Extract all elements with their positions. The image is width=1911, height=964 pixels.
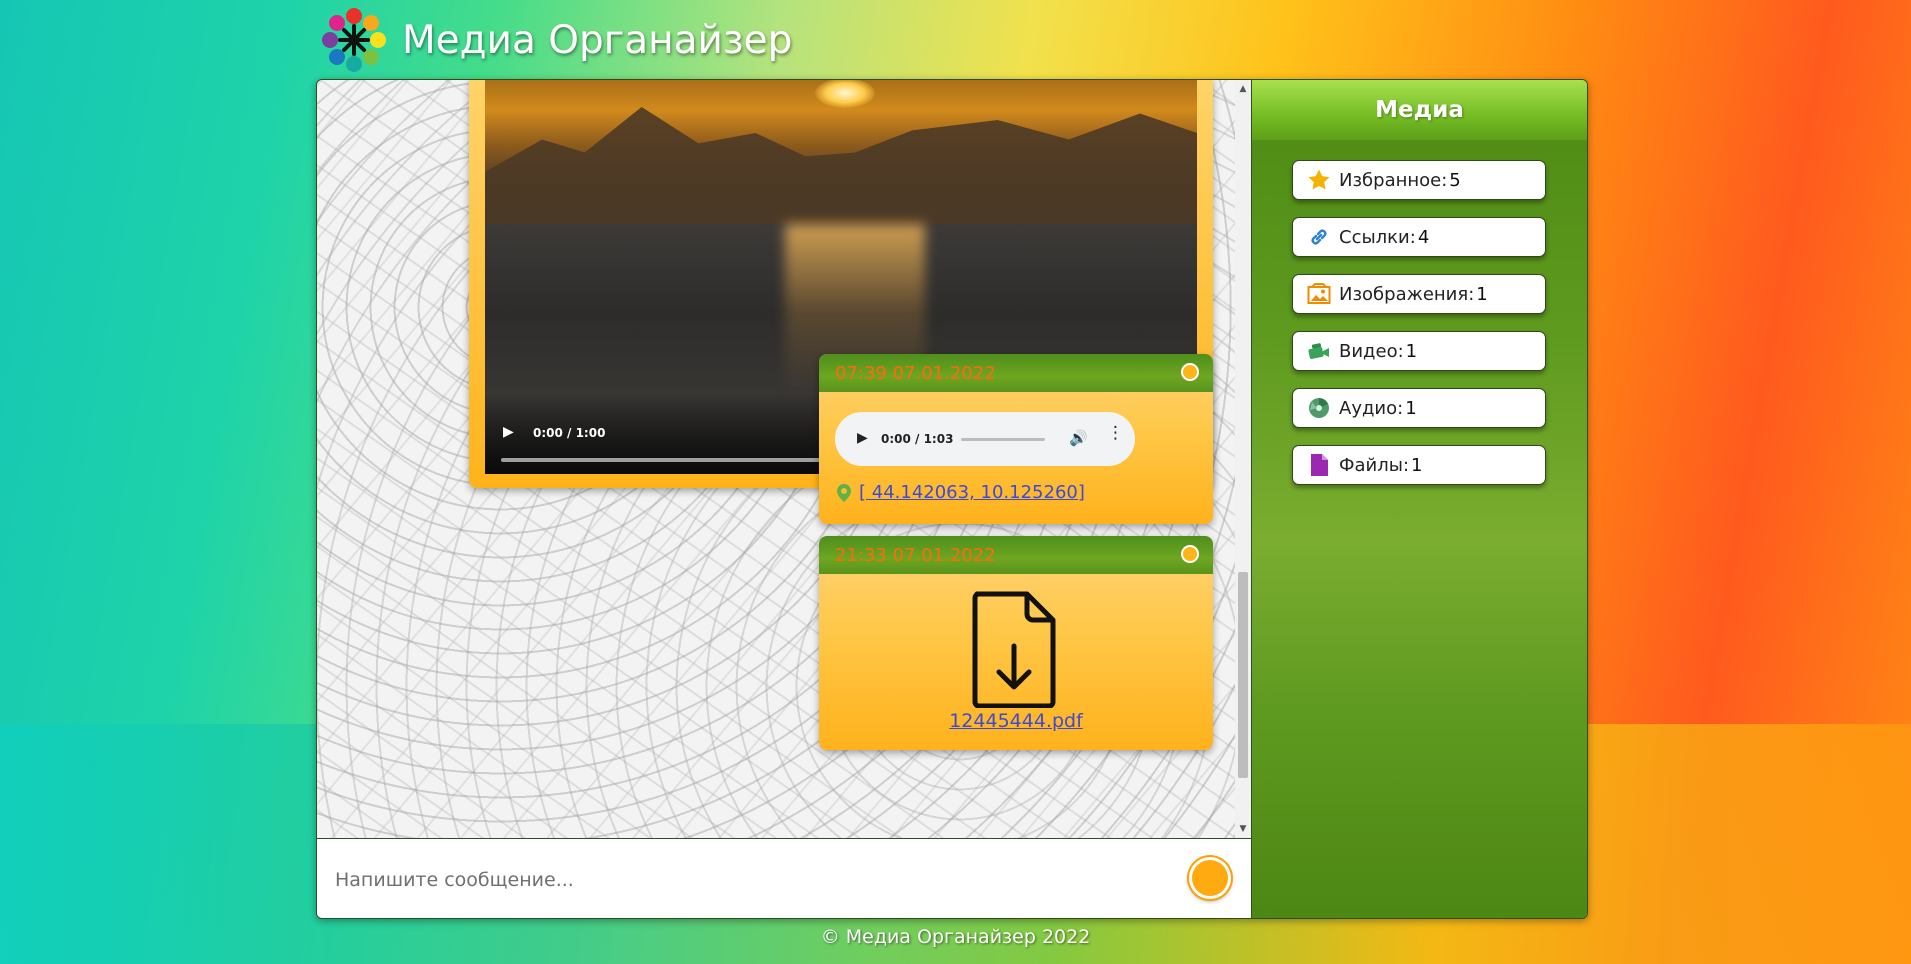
app-window: ▶ 0:00 / 1:00 🔊 ⛶ ⋮ 07:39 07.01.2022 ▶ — [316, 79, 1588, 919]
geolocation-link[interactable]: [ 44.142063, 10.125260] — [859, 482, 1085, 503]
scroll-down-icon[interactable]: ▼ — [1235, 822, 1251, 836]
sidebar-item-label: Изображения: — [1339, 283, 1475, 305]
message-timestamp: 07:39 07.01.2022 — [835, 363, 996, 384]
sidebar-item-label: Избранное: — [1339, 169, 1448, 191]
message-header: 07:39 07.01.2022 — [819, 354, 1213, 392]
video-icon — [1308, 343, 1329, 359]
sidebar-item-count: 1 — [1411, 454, 1423, 476]
message-timestamp: 21:33 07.01.2022 — [835, 545, 996, 566]
message-input[interactable] — [333, 861, 1157, 899]
link-icon — [1311, 229, 1327, 245]
message-header: 21:33 07.01.2022 — [819, 536, 1213, 574]
sidebar-item-label: Файлы: — [1339, 454, 1410, 476]
video-time: 0:00 / 1:00 — [533, 426, 606, 440]
sidebar-title: Медиа — [1252, 80, 1587, 140]
play-icon[interactable]: ▶ — [857, 430, 868, 446]
sidebar-item-count: 1 — [1405, 397, 1417, 419]
file-icon — [1311, 454, 1328, 476]
location-pin-icon — [837, 483, 851, 502]
video-frame-mountains — [485, 107, 1197, 224]
favorite-toggle-icon[interactable] — [1181, 363, 1199, 381]
sidebar-item-links[interactable]: Ссылки: 4 — [1292, 217, 1546, 257]
audio-progress-bar[interactable] — [961, 438, 1045, 441]
more-options-icon[interactable]: ⋮ — [1107, 425, 1124, 442]
sidebar-item-count: 1 — [1405, 340, 1418, 362]
file-body: 12445444.pdf — [819, 574, 1213, 750]
sidebar-item-label: Аудио: — [1339, 397, 1404, 419]
send-button[interactable] — [1189, 857, 1231, 899]
sidebar-item-count: 4 — [1417, 226, 1430, 248]
video-frame-sun — [815, 80, 875, 108]
sidebar-item-audio[interactable]: Аудио: 1 — [1292, 388, 1546, 428]
star-icon — [1308, 169, 1330, 190]
sidebar-item-images[interactable]: Изображения: 1 — [1292, 274, 1546, 314]
play-icon[interactable]: ▶ — [503, 424, 514, 440]
scroll-thumb[interactable] — [1238, 572, 1248, 778]
scroll-up-icon[interactable]: ▲ — [1235, 82, 1251, 96]
sidebar-item-favorites[interactable]: Избранное: 5 — [1292, 160, 1546, 200]
message-composer — [317, 838, 1251, 918]
sidebar-item-count: 1 — [1476, 283, 1488, 305]
chat-panel: ▶ 0:00 / 1:00 🔊 ⛶ ⋮ 07:39 07.01.2022 ▶ — [317, 80, 1252, 918]
audio-message: 07:39 07.01.2022 ▶ 0:00 / 1:03 🔊 ⋮ [ 44.… — [819, 354, 1213, 524]
app-header: Медиа Органайзер — [318, 2, 792, 78]
logo-icon — [322, 8, 386, 72]
sidebar-item-files[interactable]: Файлы: 1 — [1292, 445, 1546, 485]
app-title: Медиа Органайзер — [402, 17, 793, 63]
sidebar-item-count: 5 — [1449, 169, 1461, 191]
geolocation-row: [ 44.142063, 10.125260] — [837, 482, 1085, 503]
file-download-icon[interactable] — [971, 590, 1057, 708]
footer-copyright: © Медиа Органайзер 2022 — [820, 926, 1091, 948]
file-download-link[interactable]: 12445444.pdf — [819, 710, 1213, 732]
volume-icon[interactable]: 🔊 — [1069, 429, 1088, 447]
sidebar-item-label: Ссылки: — [1339, 226, 1416, 248]
message-feed[interactable]: ▶ 0:00 / 1:00 🔊 ⛶ ⋮ 07:39 07.01.2022 ▶ — [317, 80, 1235, 838]
audio-icon — [1309, 398, 1329, 418]
audio-player[interactable]: ▶ 0:00 / 1:03 🔊 ⋮ — [835, 412, 1135, 466]
image-icon — [1307, 283, 1331, 304]
media-sidebar: Медиа Избранное: 5 Ссылки: 4 Изображения… — [1252, 80, 1587, 918]
file-message: 21:33 07.01.2022 12445444.pdf — [819, 536, 1213, 750]
feed-scrollbar[interactable]: ▲ ▼ — [1235, 80, 1251, 838]
sidebar-item-video[interactable]: Видео: 1 — [1292, 331, 1546, 371]
sidebar-item-label: Видео: — [1339, 340, 1404, 362]
favorite-toggle-icon[interactable] — [1181, 545, 1199, 563]
audio-time: 0:00 / 1:03 — [881, 432, 954, 446]
